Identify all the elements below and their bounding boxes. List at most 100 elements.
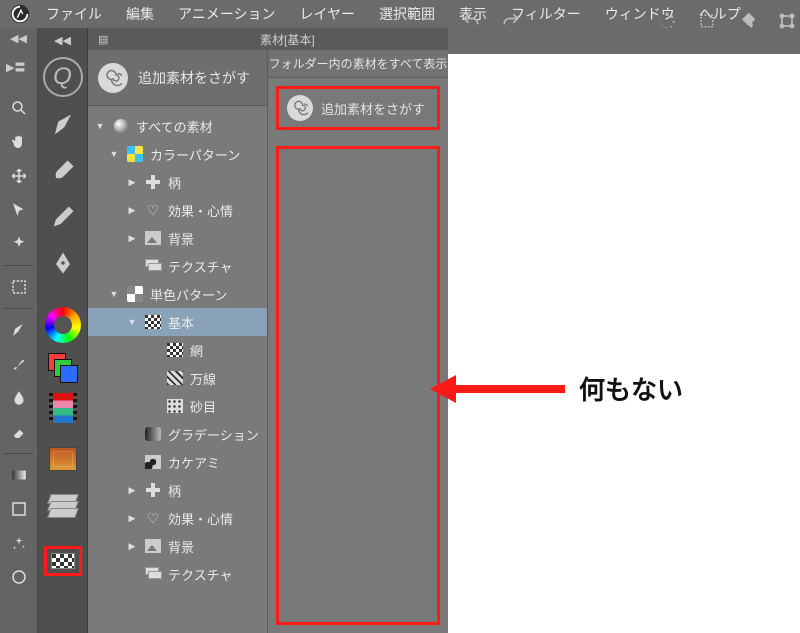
tree-node-icon [144,565,162,583]
tree-node-icon [166,341,184,359]
quick-access-icon[interactable]: Q [43,57,83,97]
tree-node-icon [126,285,144,303]
tree-node[interactable]: グラデーション [88,420,267,448]
tree-node[interactable]: ▶柄 [88,476,267,504]
tree-node-label: カケアミ [168,453,220,472]
tree-arrow-icon[interactable]: ▼ [108,149,120,159]
tree-node[interactable]: ▼ カラーパターン [88,140,267,168]
layers-icon[interactable] [49,497,77,518]
tree-node-icon [144,173,162,191]
material-folder-button[interactable] [44,546,82,576]
tree-node-label: 背景 [168,537,194,556]
bucket-icon[interactable] [734,8,760,34]
material-tree: ▼すべての素材▼カラーパターン▶柄▶♡効果・心情▶背景テクスチャ▼単色パターン▼… [88,106,267,633]
tree-node[interactable]: ▶♡効果・心情 [88,504,267,532]
brush-tool[interactable] [4,349,34,379]
tree-node-label: テクスチャ [168,257,232,276]
menu-layer[interactable]: レイヤー [287,4,367,24]
tree-node-label: カラーパターン [150,145,240,164]
hand-tool[interactable] [4,127,34,157]
loading-icon[interactable] [654,8,680,34]
drop-tool[interactable] [4,383,34,413]
tree-arrow-icon[interactable]: ▶ [126,485,138,496]
tree-node[interactable]: 網 [88,336,267,364]
tree-node[interactable]: テクスチャ [88,252,267,280]
tree-node-icon [144,313,162,331]
move-tool[interactable] [4,161,34,191]
filmstrip-icon[interactable] [49,393,77,423]
arrow-line [455,385,565,393]
wand-tool[interactable] [4,229,34,259]
sparkle-tool[interactable] [4,528,34,558]
magnify-tool[interactable] [4,93,34,123]
menu-file[interactable]: ファイル [34,4,114,24]
tree-node[interactable]: ▶ 背景 [88,532,267,560]
tree-arrow-icon[interactable]: ▶ [126,177,138,188]
results-panel: フォルダー内の素材をすべて表示 追加素材をさがす [268,28,448,633]
circle-tool[interactable] [4,562,34,592]
results-header[interactable]: フォルダー内の素材をすべて表示 [268,50,448,78]
redo-icon[interactable] [498,8,524,34]
tree-arrow-icon[interactable]: ▼ [94,121,106,131]
crop-icon[interactable] [774,8,800,34]
marquee-tool[interactable] [4,272,34,302]
tree-node-label: 網 [190,341,203,360]
tree-arrow-icon[interactable]: ▼ [108,289,120,299]
tree-node[interactable]: ▶ 背景 [88,224,267,252]
pencil-large-icon[interactable] [45,199,81,235]
tree-node-icon [126,145,144,163]
results-search-button[interactable]: 追加素材をさがす [276,86,440,130]
tree-node-icon [144,453,162,471]
target-icon[interactable] [694,8,720,34]
canvas[interactable] [448,54,800,633]
pen-large-icon[interactable] [45,107,81,143]
tree-arrow-icon[interactable]: ▶ [126,205,138,216]
tree-header[interactable]: 追加素材をさがす [88,50,267,106]
selection-tool[interactable] [4,195,34,225]
undo-icon[interactable] [458,8,484,34]
panel-menu-icon[interactable]: ▤ [94,33,112,46]
shape-tool[interactable] [4,494,34,524]
expand-icon[interactable]: ▶〓 [0,59,29,75]
brush-large-icon[interactable] [45,153,81,189]
annotation-text: 何もない [579,370,683,407]
tree-node[interactable]: 万線 [88,364,267,392]
tree-node-label: 背景 [168,229,194,248]
tree-node[interactable]: ▼すべての素材 [88,112,267,140]
results-search-label: 追加素材をさがす [321,99,425,118]
color-swatches-icon[interactable] [48,353,78,383]
tree-arrow-icon[interactable]: ▶ [126,541,138,552]
collapse-icon[interactable]: ◀◀ [6,32,31,45]
divider [4,265,34,266]
tree-node[interactable]: ▼基本 [88,308,267,336]
tree-arrow-icon[interactable]: ▶ [126,513,138,524]
color-wheel-icon[interactable] [45,307,81,343]
results-empty-area [276,146,440,625]
app-logo [6,2,34,26]
swatch-icon[interactable] [49,447,77,471]
menu-selection[interactable]: 選択範囲 [367,4,447,24]
tree-node[interactable]: ▶ ♡ 効果・心情 [88,196,267,224]
menu-edit[interactable]: 編集 [114,4,166,24]
pen-tool[interactable] [4,315,34,345]
tree-node[interactable]: カケアミ [88,448,267,476]
collapse-icon[interactable]: ◀◀ [50,34,75,47]
tree-node[interactable]: ▶柄 [88,168,267,196]
gradient-tool[interactable] [4,460,34,490]
spiral-icon [98,63,128,93]
canvas-toolbar [458,6,800,36]
tree-arrow-icon[interactable]: ▶ [126,233,138,244]
tree-node[interactable]: 砂目 [88,392,267,420]
tree-node-icon: ♡ [144,201,162,219]
tool-column-1: ◀◀ ▶〓 [0,28,38,633]
tree-node-icon [144,257,162,275]
menu-animation[interactable]: アニメーション [166,4,287,24]
divider [4,453,34,454]
eraser-tool[interactable] [4,417,34,447]
tree-node[interactable]: テクスチャ [88,560,267,588]
tree-arrow-icon[interactable]: ▼ [126,317,138,327]
tree-node-label: 効果・心情 [168,201,233,220]
nib-large-icon[interactable] [45,245,81,281]
tree-node[interactable]: ▼単色パターン [88,280,267,308]
panel-title: 素材[基本] [260,31,315,48]
